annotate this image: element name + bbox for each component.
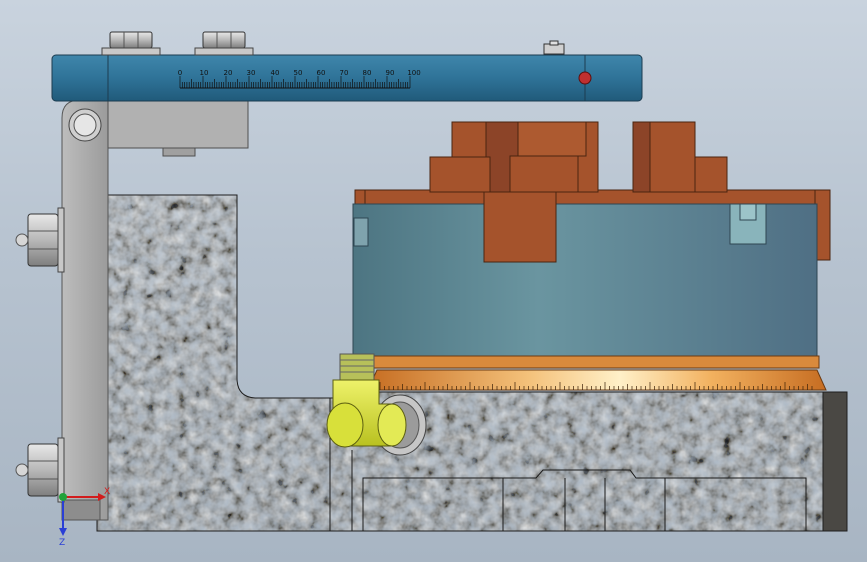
scale-label: 30 — [247, 69, 256, 77]
cad-scene: 0 10 20 30 40 50 60 70 80 90 100 X Z — [15, 31, 848, 548]
scale-label: 60 — [317, 69, 326, 77]
elbow-fitting[interactable] — [326, 353, 427, 456]
rotary-ring[interactable] — [352, 355, 827, 391]
hex-nut-icon[interactable] — [15, 207, 65, 273]
side-bracket[interactable] — [61, 99, 109, 521]
scale-label: 10 — [200, 69, 209, 77]
scale-label: 40 — [271, 69, 280, 77]
scale-label: 100 — [407, 69, 420, 77]
scale-label: 80 — [363, 69, 372, 77]
x-axis-label: X — [104, 487, 110, 497]
z-axis-label: Z — [59, 538, 65, 548]
end-plate[interactable] — [822, 391, 848, 532]
scale-label: 20 — [224, 69, 233, 77]
hex-nut-icon[interactable] — [194, 31, 254, 56]
scale-label: 0 — [178, 69, 182, 77]
scale-label: 70 — [340, 69, 349, 77]
indicator-dot-icon[interactable] — [578, 71, 592, 85]
pivot-pin-icon — [68, 108, 102, 142]
chuck-body[interactable] — [352, 191, 818, 357]
scale-label: 50 — [294, 69, 303, 77]
cad-viewport[interactable]: 0 10 20 30 40 50 60 70 80 90 100 X Z — [0, 0, 867, 562]
scale-bar[interactable]: 0 10 20 30 40 50 60 70 80 90 100 — [51, 54, 643, 102]
hex-nut-icon[interactable] — [101, 31, 161, 56]
scale-label: 90 — [386, 69, 395, 77]
hex-nut-icon[interactable] — [15, 437, 65, 503]
set-screw-icon[interactable] — [543, 40, 565, 55]
